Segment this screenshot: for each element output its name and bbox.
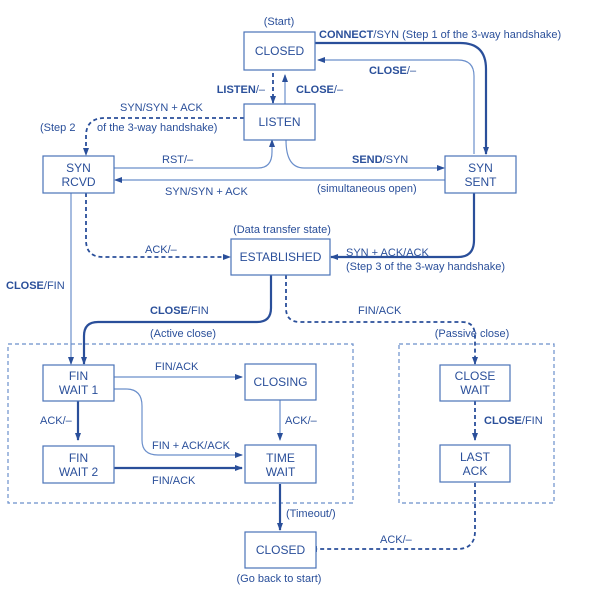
annotation-step2-prefix: (Step 2 (40, 122, 75, 134)
state-label: LAST (460, 450, 491, 464)
edge-close-fin-est (81, 275, 273, 365)
label-simultaneous: SYN/SYN + ACK (165, 186, 249, 198)
state-label: WAIT 2 (59, 465, 99, 479)
label-fin-ack-fw2: FIN/ACK (152, 475, 196, 487)
edge-fin-ack-passive (285, 275, 478, 365)
state-label: TIME (266, 451, 295, 465)
label-ack-fw1: ACK/– (40, 415, 73, 427)
state-closing: CLOSING (244, 363, 317, 401)
label-listen: LISTEN/– (217, 84, 266, 96)
state-last-ack: LAST ACK (439, 444, 511, 483)
label-synack-ack: SYN + ACK/ACK (346, 247, 430, 259)
annotation-simultaneous-open: (simultaneous open) (317, 183, 417, 195)
state-label: WAIT 1 (59, 383, 99, 397)
state-label: CLOSED (256, 543, 306, 557)
state-label: ACK (463, 464, 488, 478)
label-ack-last: ACK/– (380, 534, 413, 546)
annotation-start: (Start) (264, 16, 295, 28)
state-label: FIN (69, 369, 88, 383)
state-label: CLOSED (255, 44, 305, 58)
label-close-fin-cw: CLOSE/FIN (484, 415, 543, 427)
label-connect: CONNECT/SYN (Step 1 of the 3-way handsha… (319, 29, 561, 41)
annotation-step3: (Step 3 of the 3-way handshake) (346, 261, 505, 273)
state-syn-rcvd: SYN RCVD (42, 155, 115, 194)
annotation-passive-close: (Passive close) (435, 328, 510, 340)
annotation-timeout: (Timeout/) (286, 508, 336, 520)
annotation-step2-suffix: of the 3-way handshake) (97, 122, 217, 134)
annotation-data-transfer: (Data transfer state) (233, 224, 331, 236)
state-label: SYN (66, 161, 91, 175)
state-closed-top: CLOSED (243, 31, 316, 71)
state-close-wait: CLOSE WAIT (439, 364, 511, 402)
state-label: SYN (468, 161, 493, 175)
state-label: WAIT (266, 465, 296, 479)
state-closed-bottom: CLOSED (244, 531, 317, 569)
label-syn-synack: SYN/SYN + ACK (120, 102, 204, 114)
state-label: LISTEN (258, 115, 300, 129)
state-label: CLOSE (455, 369, 496, 383)
state-time-wait: TIME WAIT (244, 444, 317, 484)
label-fin-ack-passive: FIN/ACK (358, 305, 402, 317)
state-fin-wait-2: FIN WAIT 2 (42, 445, 115, 484)
state-label: ESTABLISHED (240, 250, 322, 264)
label-close-listen: CLOSE/– (296, 84, 344, 96)
state-syn-sent: SYN SENT (444, 155, 517, 194)
label-ack-closing: ACK/– (285, 415, 318, 427)
label-close-fin-est: CLOSE/FIN (150, 305, 209, 317)
state-label: CLOSING (253, 375, 307, 389)
label-close-fin-rcvd: CLOSE/FIN (6, 280, 65, 292)
annotation-go-back: (Go back to start) (237, 573, 322, 585)
state-established: ESTABLISHED (230, 238, 331, 276)
state-label: FIN (69, 451, 88, 465)
state-label: SENT (464, 175, 497, 189)
state-listen: LISTEN (243, 103, 316, 141)
label-fin-ack-closing: FIN/ACK (155, 361, 199, 373)
tcp-state-diagram: CLOSED LISTEN SYN RCVD SYN SENT ESTABLIS… (6, 16, 561, 585)
state-label: WAIT (460, 383, 490, 397)
label-rst: RST/– (162, 154, 194, 166)
annotation-active-close: (Active close) (150, 328, 216, 340)
label-close-syn-sent: CLOSE/– (369, 65, 417, 77)
label-send: SEND/SYN (352, 154, 408, 166)
label-ack-rcvd: ACK/– (145, 244, 178, 256)
state-label: RCVD (61, 175, 95, 189)
label-finack-ack: FIN + ACK/ACK (152, 440, 231, 452)
state-fin-wait-1: FIN WAIT 1 (42, 364, 115, 402)
